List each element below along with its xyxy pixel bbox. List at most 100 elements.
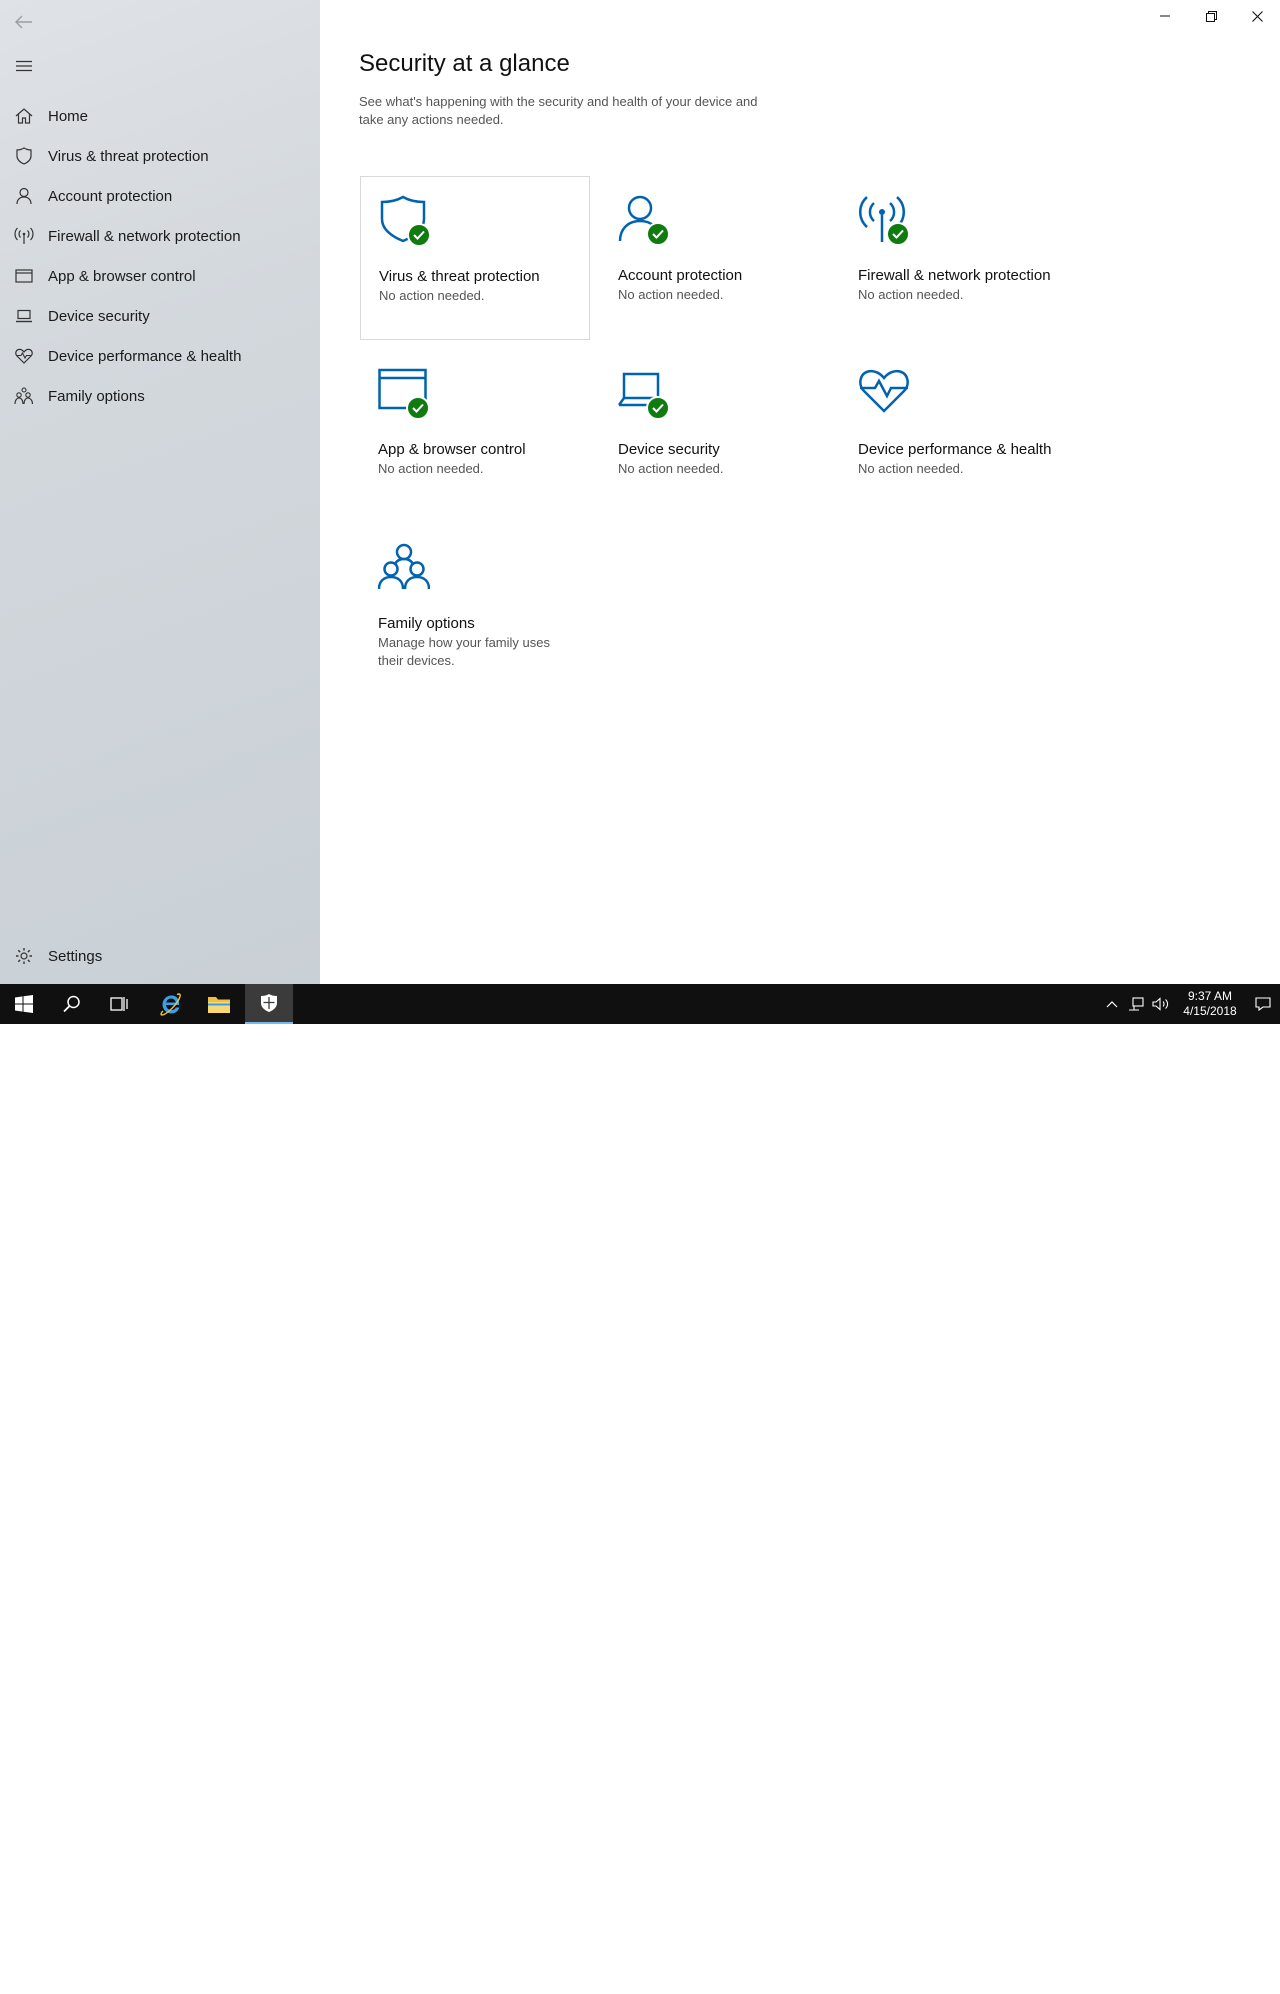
sidebar-item-device-security[interactable]: Device security <box>0 296 320 336</box>
nav-list: Home Virus & threat protection Account p… <box>0 96 320 416</box>
tile-status: No action needed. <box>618 287 724 302</box>
shield-icon <box>379 195 435 251</box>
tile-title: Device performance & health <box>858 441 1052 458</box>
tile-title: Family options <box>378 615 475 632</box>
hamburger-menu-button[interactable] <box>10 52 38 80</box>
tile-status: No action needed. <box>858 287 964 302</box>
tile-family[interactable]: Family options Manage how your family us… <box>360 524 590 688</box>
tile-device-performance[interactable]: Device performance & health No action ne… <box>840 350 1070 514</box>
antenna-icon <box>0 227 48 245</box>
laptop-icon <box>0 309 48 323</box>
back-button[interactable] <box>10 8 38 36</box>
home-icon <box>0 108 48 124</box>
sidebar-item-app-browser[interactable]: App & browser control <box>0 256 320 296</box>
browser-window-icon <box>378 368 434 424</box>
restore-icon <box>1205 10 1217 22</box>
tile-status: No action needed. <box>618 461 724 476</box>
volume-icon <box>1152 997 1168 1011</box>
taskbar-clock[interactable]: 9:37 AM 4/15/2018 <box>1174 989 1246 1019</box>
gear-icon <box>0 947 48 965</box>
heart-pulse-icon <box>858 368 914 424</box>
network-icon <box>1129 997 1144 1011</box>
sidebar-item-label: Virus & threat protection <box>48 147 209 165</box>
check-badge-icon <box>646 222 670 246</box>
sidebar-item-label: Device security <box>48 307 150 325</box>
sidebar-item-settings[interactable]: Settings <box>0 936 320 976</box>
tile-status: No action needed. <box>378 461 484 476</box>
minimize-icon <box>1160 15 1170 17</box>
sidebar-item-label: Firewall & network protection <box>48 227 241 245</box>
settings-label: Settings <box>48 947 103 965</box>
clock-time: 9:37 AM <box>1187 989 1233 1003</box>
antenna-icon <box>858 194 914 250</box>
check-badge-icon <box>406 396 430 420</box>
family-icon <box>377 542 434 598</box>
start-button[interactable] <box>0 984 48 1024</box>
windows-security-taskbar-button[interactable] <box>245 984 293 1024</box>
restore-button[interactable] <box>1188 0 1234 32</box>
show-hidden-icons-button[interactable] <box>1100 984 1124 1024</box>
file-explorer-button[interactable] <box>195 984 243 1024</box>
laptop-icon <box>617 368 674 424</box>
close-button[interactable] <box>1234 0 1280 32</box>
window-controls <box>1142 0 1280 32</box>
sidebar-item-label: App & browser control <box>48 267 196 285</box>
close-icon <box>1251 10 1263 22</box>
system-tray: 9:37 AM 4/15/2018 <box>1100 984 1280 1024</box>
sidebar-item-firewall[interactable]: Firewall & network protection <box>0 216 320 256</box>
sidebar-item-account[interactable]: Account protection <box>0 176 320 216</box>
sidebar-item-label: Account protection <box>48 187 173 205</box>
sidebar: Home Virus & threat protection Account p… <box>0 0 320 984</box>
check-badge-icon <box>886 222 910 246</box>
person-icon <box>618 194 674 250</box>
task-view-icon <box>110 997 128 1011</box>
notification-icon <box>1255 997 1271 1011</box>
tile-title: Account protection <box>618 267 743 284</box>
network-tray-button[interactable] <box>1124 984 1148 1024</box>
main-content: Security at a glance See what's happenin… <box>320 0 1280 984</box>
tile-firewall[interactable]: Firewall & network protection No action … <box>840 176 1070 340</box>
tile-device-security[interactable]: Device security No action needed. <box>600 350 830 514</box>
watermark-text: TheCollectionBook <box>1032 1974 1175 1993</box>
tile-title: Firewall & network protection <box>858 267 1051 284</box>
heart-pulse-icon <box>0 348 48 364</box>
search-button[interactable] <box>48 984 96 1024</box>
page-subtitle: See what's happening with the security a… <box>359 94 758 127</box>
tile-status: No action needed. <box>858 461 964 476</box>
person-icon <box>0 187 48 205</box>
sidebar-item-label: Device performance & health <box>48 347 242 365</box>
internet-explorer-icon <box>160 993 181 1016</box>
hamburger-icon <box>16 60 32 72</box>
internet-explorer-button[interactable] <box>147 984 195 1024</box>
folder-icon <box>208 997 230 1013</box>
family-icon <box>0 387 48 405</box>
tile-virus-threat[interactable]: Virus & threat protection No action need… <box>360 176 590 340</box>
tile-title: Virus & threat protection <box>379 268 540 285</box>
check-badge-icon <box>646 396 670 420</box>
tile-app-browser[interactable]: App & browser control No action needed. <box>360 350 590 514</box>
taskbar: TheCollectionBook 9:37 AM 4/15/2018 <box>0 984 1280 1993</box>
sidebar-item-home[interactable]: Home <box>0 96 320 136</box>
shield-icon <box>261 994 277 1012</box>
sidebar-item-label: Family options <box>48 387 145 405</box>
task-view-button[interactable] <box>96 984 144 1024</box>
check-badge-icon <box>407 223 431 247</box>
windows-logo-icon <box>15 995 33 1013</box>
page-title: Security at a glance <box>359 50 570 77</box>
tile-title: App & browser control <box>378 441 526 458</box>
sidebar-item-label: Home <box>48 107 89 125</box>
sidebar-item-family[interactable]: Family options <box>0 376 320 416</box>
browser-window-icon <box>0 269 48 283</box>
tile-account[interactable]: Account protection No action needed. <box>600 176 830 340</box>
tile-status: No action needed. <box>379 288 485 303</box>
minimize-button[interactable] <box>1142 0 1188 32</box>
chevron-up-icon <box>1106 1001 1118 1008</box>
tile-status: Manage how your family uses their device… <box>378 635 550 668</box>
back-arrow-icon <box>15 15 32 29</box>
sidebar-item-virus-threat[interactable]: Virus & threat protection <box>0 136 320 176</box>
action-center-button[interactable] <box>1246 984 1280 1024</box>
volume-tray-button[interactable] <box>1148 984 1174 1024</box>
sidebar-item-device-performance[interactable]: Device performance & health <box>0 336 320 376</box>
shield-icon <box>0 147 48 165</box>
tile-title: Device security <box>618 441 720 458</box>
